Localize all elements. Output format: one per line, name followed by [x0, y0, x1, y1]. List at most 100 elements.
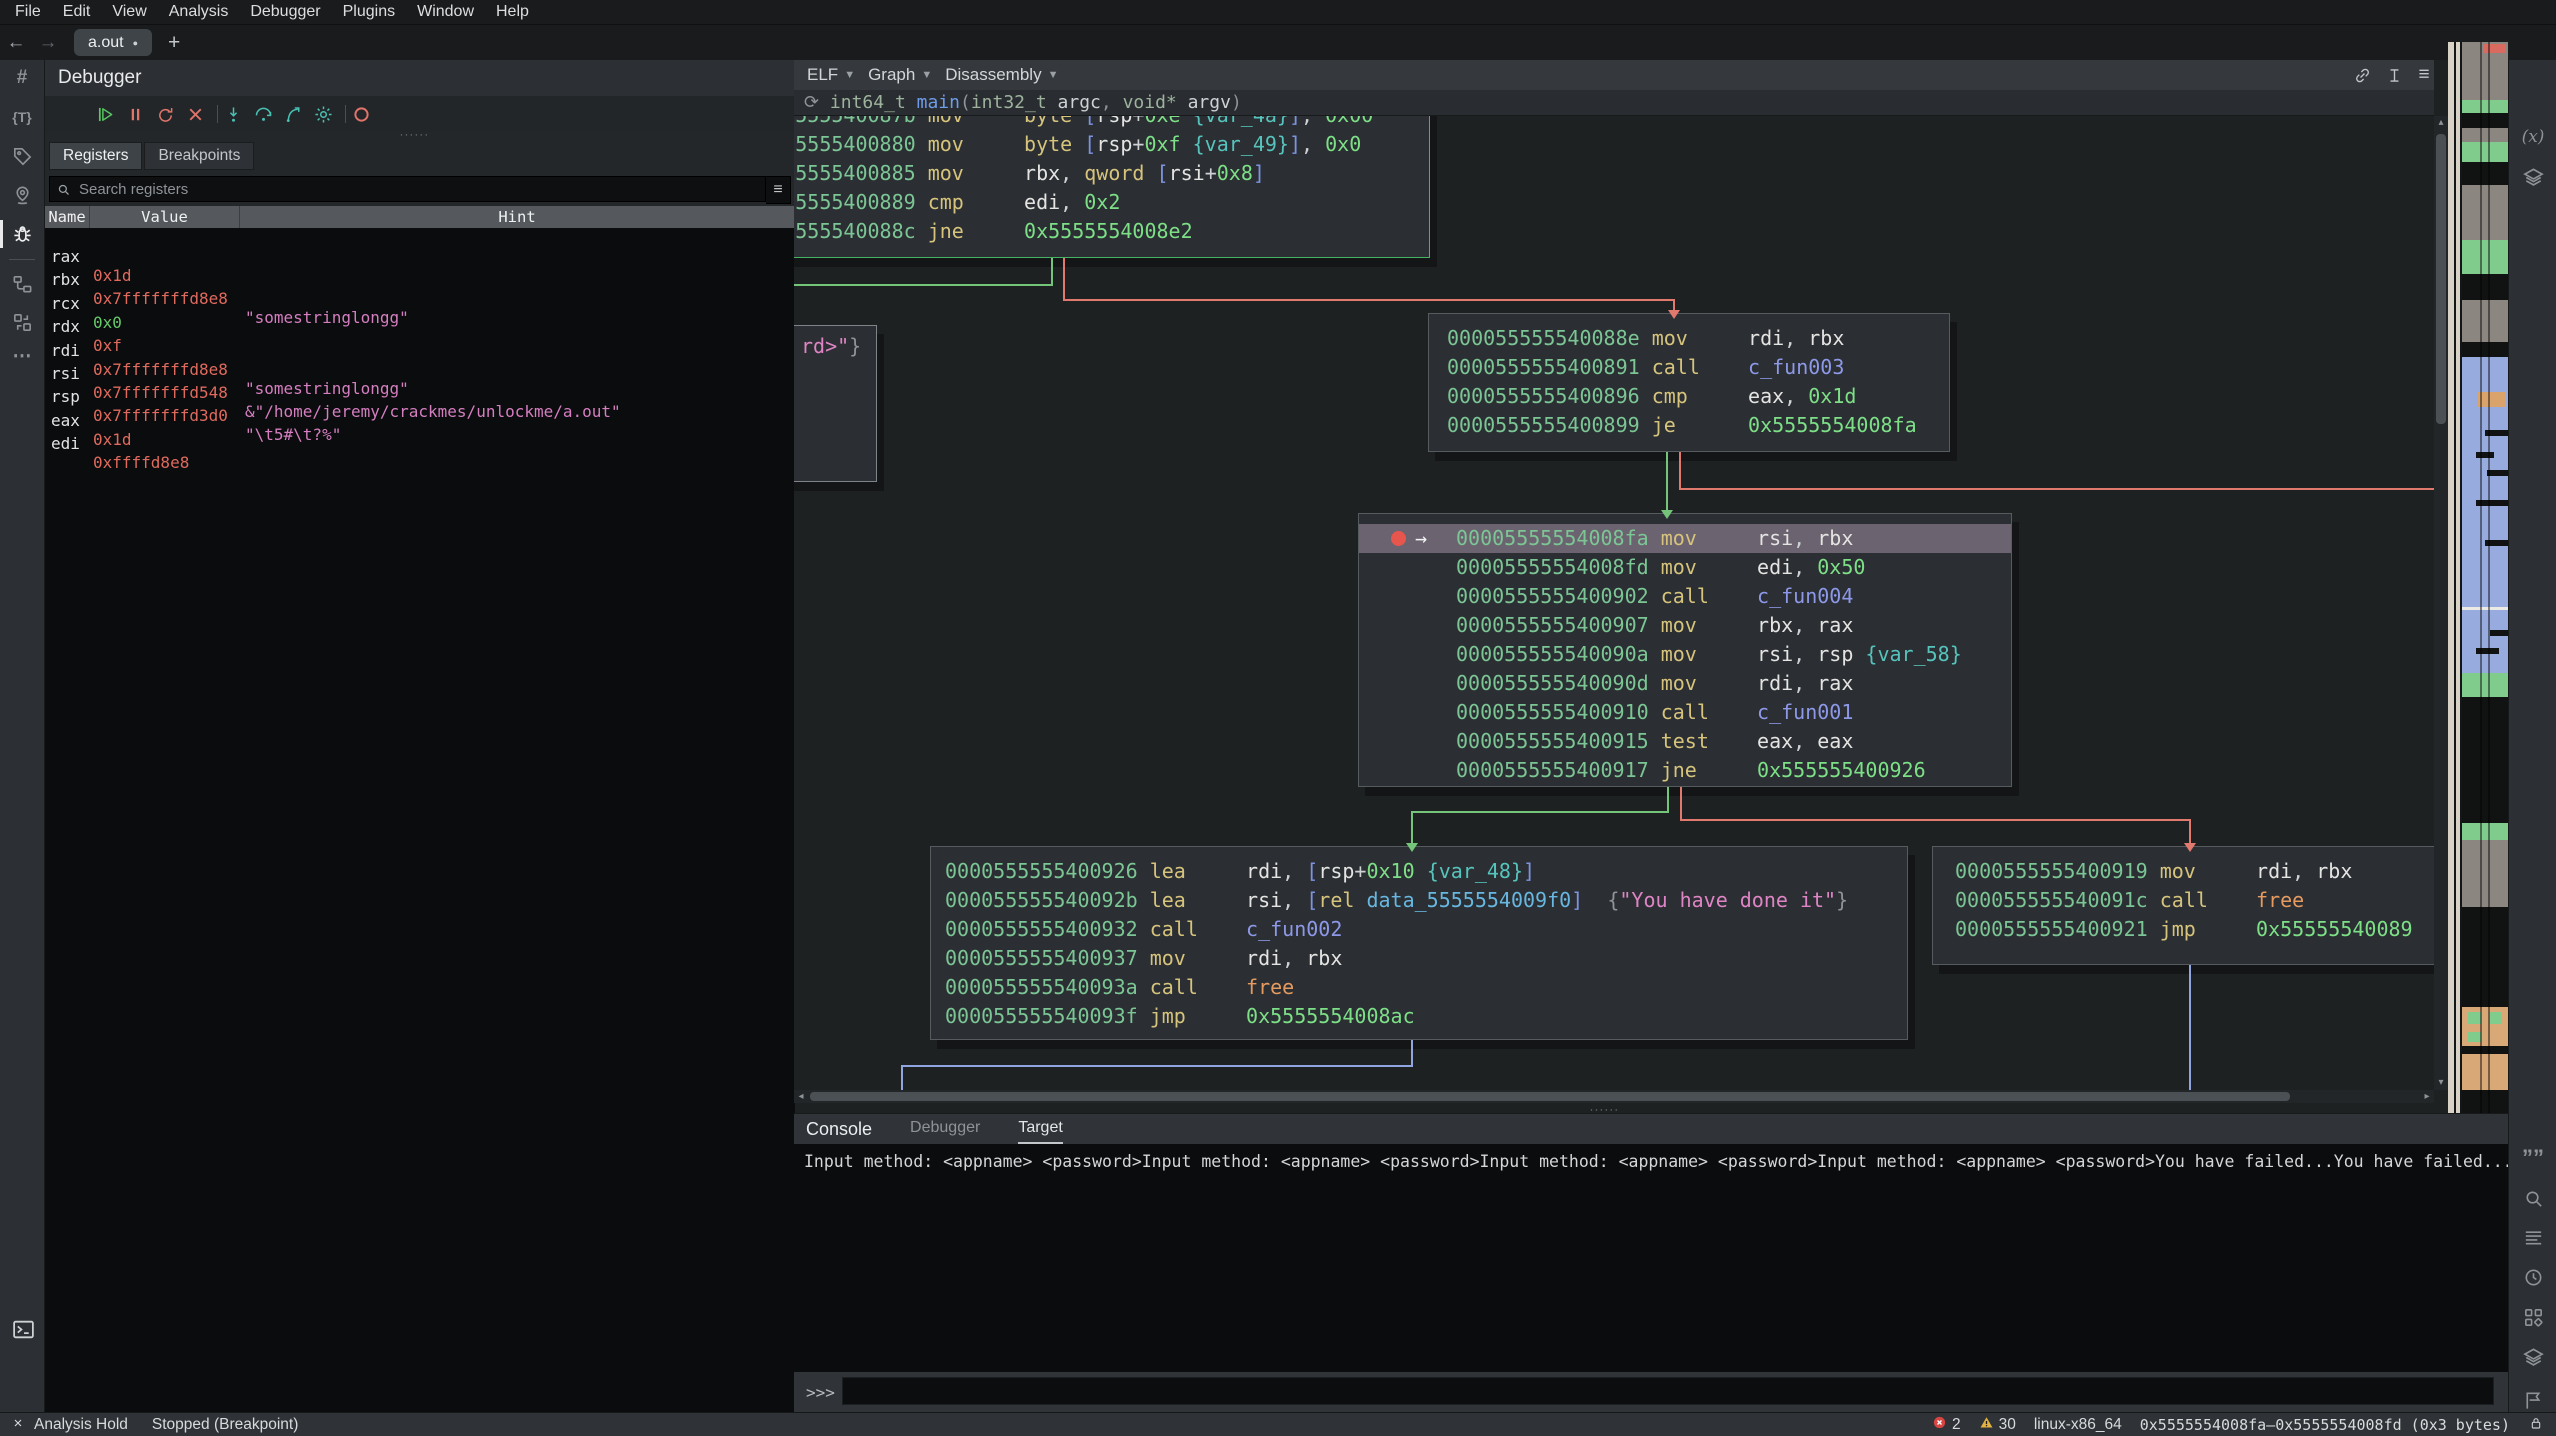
panel-resize-handle[interactable]: ⸱⸱⸱⸱⸱⸱: [400, 128, 430, 143]
warning-count[interactable]: 30: [1979, 1415, 2016, 1435]
restart-button[interactable]: [151, 100, 179, 128]
error-count[interactable]: 2: [1932, 1415, 1961, 1435]
column-header-name[interactable]: Name: [45, 206, 90, 228]
register-row[interactable]: rsp 0x7fffffffd3d0 "\t5#\t?%": [45, 368, 795, 391]
toolbar-divider: [217, 105, 218, 123]
kill-button[interactable]: [347, 100, 375, 128]
register-row[interactable]: rbx 0x7fffffffd8e8 "somestringlongg": [45, 251, 795, 274]
console-tab-target[interactable]: Target: [1018, 1119, 1062, 1144]
stop-button[interactable]: [181, 100, 209, 128]
hscroll-handle[interactable]: [810, 1092, 2290, 1101]
il-level-dropdown[interactable]: Disassembly▼: [945, 65, 1058, 85]
run-button[interactable]: [91, 100, 119, 128]
selection-range: 0x5555554008fa–0x5555554008fd (0x3 bytes…: [2140, 1416, 2510, 1434]
console-output: Input method: <appname> <password>Input …: [794, 1144, 2508, 1372]
find-icon[interactable]: [2509, 1183, 2556, 1213]
more-panels-icon[interactable]: ⋯: [0, 341, 44, 371]
tag-icon[interactable]: [0, 141, 44, 171]
feature-map[interactable]: [2448, 42, 2508, 1113]
column-header-value[interactable]: Value: [90, 206, 240, 228]
step-over-button[interactable]: [249, 100, 277, 128]
view-menu-icon[interactable]: ≡: [2410, 62, 2438, 88]
menu-window[interactable]: Window: [406, 3, 485, 21]
register-row[interactable]: eax 0x1d: [45, 392, 795, 415]
register-row[interactable]: rax 0x1d: [45, 228, 795, 251]
function-signature[interactable]: ⟳ int64_t main(int32_t argc, void* argv): [794, 90, 2434, 116]
toolbar-divider: [345, 105, 346, 123]
tab-registers[interactable]: Registers: [49, 142, 142, 170]
cross-references-icon[interactable]: [0, 307, 44, 337]
view-mode-dropdown[interactable]: Graph▼: [868, 65, 932, 85]
debugger-state: Stopped (Breakpoint): [152, 1416, 298, 1434]
step-into-button[interactable]: [219, 100, 247, 128]
plugins-grid-icon[interactable]: [2509, 1302, 2556, 1332]
column-header-hint[interactable]: Hint: [240, 206, 795, 228]
split-view-icon[interactable]: [2380, 62, 2408, 88]
tab-breakpoints[interactable]: Breakpoints: [144, 142, 254, 170]
search-input[interactable]: [77, 180, 725, 199]
menu-plugins[interactable]: Plugins: [332, 3, 406, 21]
menu-debugger[interactable]: Debugger: [239, 3, 331, 21]
status-bar: Analysis Hold Stopped (Breakpoint) 2 30 …: [0, 1412, 2556, 1436]
graph-canvas[interactable]: 000055555540087b mov byte [rsp+0xe {var_…: [794, 116, 2434, 1090]
pause-button[interactable]: [121, 100, 149, 128]
forward-button[interactable]: →: [32, 32, 64, 54]
debugger-bug-icon[interactable]: [0, 219, 44, 249]
register-row[interactable]: rdi 0x7fffffffd8e8 "somestringlongg": [45, 322, 795, 345]
register-search-row: ≡: [49, 176, 791, 202]
search-options-button[interactable]: ≡: [766, 176, 791, 204]
search-box[interactable]: [49, 176, 766, 202]
menu-edit[interactable]: Edit: [52, 3, 102, 21]
history-icon[interactable]: [2509, 1262, 2556, 1292]
scroll-left-button[interactable]: ◂: [794, 1090, 808, 1103]
layers-icon[interactable]: [2509, 162, 2556, 192]
console-pane: Console DebuggerTarget Input method: <ap…: [794, 1113, 2508, 1413]
console-input[interactable]: [842, 1377, 2494, 1405]
scroll-down-button[interactable]: ▾: [2434, 1076, 2448, 1090]
register-row[interactable]: rdx 0xf: [45, 298, 795, 321]
menu-analysis[interactable]: Analysis: [158, 3, 240, 21]
register-row[interactable]: rsi 0x7fffffffd548 &"/home/jeremy/crackm…: [45, 345, 795, 368]
terminal-icon[interactable]: [8, 1314, 38, 1344]
menu-help[interactable]: Help: [485, 3, 540, 21]
graph-edges: [794, 116, 2434, 1090]
symbols-hash-icon[interactable]: #: [0, 63, 44, 93]
new-tab-button[interactable]: +: [168, 31, 180, 55]
register-row[interactable]: rcx 0x0: [45, 275, 795, 298]
scroll-up-button[interactable]: ▴: [2434, 116, 2448, 130]
platform-label: linux-x86_64: [2034, 1416, 2122, 1434]
prompt-label: >>>: [806, 1383, 835, 1402]
chevron-down-icon: ▼: [921, 69, 932, 81]
memory-pin-icon[interactable]: [0, 180, 44, 210]
binary-type-dropdown[interactable]: ELF▼: [807, 65, 855, 85]
back-button[interactable]: ←: [0, 32, 32, 54]
graph-hierarchy-icon[interactable]: [0, 269, 44, 299]
step-out-button[interactable]: [279, 100, 307, 128]
debugger-settings-button[interactable]: [309, 100, 337, 128]
types-icon[interactable]: {T}: [0, 102, 44, 132]
register-row[interactable]: edi 0xffffd8e8: [45, 415, 795, 438]
chevron-down-icon: ▼: [844, 69, 855, 81]
link-icon[interactable]: [2348, 62, 2376, 88]
log-icon[interactable]: [2509, 1222, 2556, 1252]
scroll-right-button[interactable]: ▸: [2420, 1090, 2434, 1103]
horizontal-scrollbar[interactable]: ◂ ▸: [794, 1090, 2434, 1103]
lock-icon[interactable]: [2528, 1415, 2544, 1436]
register-name: edi: [51, 434, 80, 453]
notifications-flag-icon[interactable]: [2509, 1385, 2556, 1415]
expressions-icon[interactable]: (x): [2509, 122, 2556, 152]
debugger-panel: Debugger ⸱⸱⸱⸱⸱⸱ RegistersBreakpoints ≡ N…: [44, 60, 795, 1412]
feature-map-stripe: [2448, 42, 2454, 1113]
document-tab[interactable]: a.out ●: [74, 29, 152, 56]
tab-bar: ← → a.out ● +: [0, 25, 2556, 60]
vertical-scrollbar[interactable]: ▴ ▾: [2434, 116, 2448, 1090]
analysis-cancel-icon[interactable]: [12, 1416, 24, 1434]
menu-file[interactable]: File: [4, 3, 52, 21]
menu-view[interactable]: View: [101, 3, 157, 21]
vscroll-handle[interactable]: [2436, 134, 2446, 424]
strings-quotes-icon[interactable]: ””: [2509, 1143, 2556, 1173]
document-tab-label: a.out: [88, 34, 124, 52]
stack-layers-icon[interactable]: [2509, 1342, 2556, 1372]
console-tab-debugger[interactable]: Debugger: [910, 1119, 980, 1142]
feature-map-stripe: [2456, 42, 2460, 1113]
